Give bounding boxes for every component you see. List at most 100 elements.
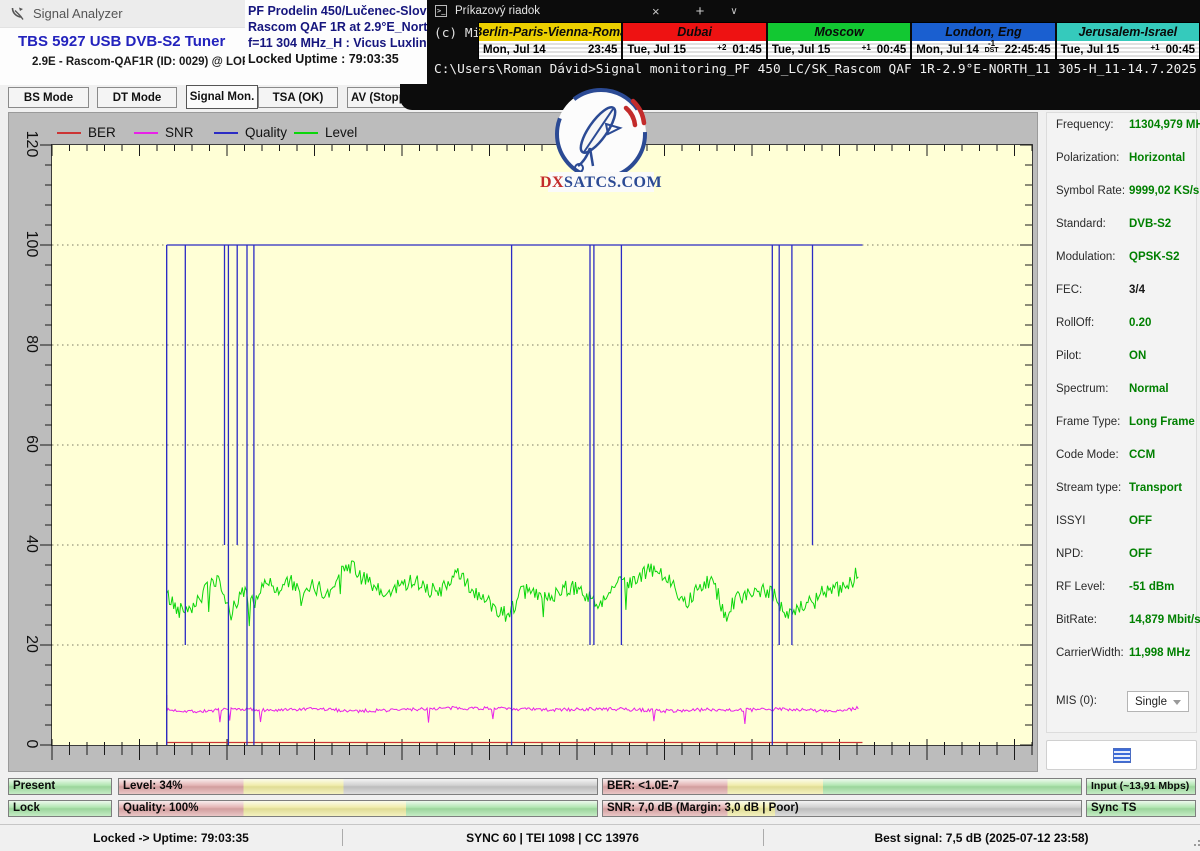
transport-stream-button[interactable] [1046, 740, 1197, 770]
world-clocks-bar: Berlin-Paris-Vienna-RomaMon, Jul 1423:45… [478, 22, 1200, 60]
clock-time-row: Tue, Jul 15+100:45 [1057, 41, 1199, 59]
param-npd: NPD:OFF [1047, 548, 1196, 568]
clock-jerusalem-israel: Jerusalem-IsraelTue, Jul 15+100:45 [1057, 23, 1199, 59]
param-label: BitRate: [1056, 614, 1097, 626]
legend-label: SNR [165, 125, 194, 140]
sync-ts-indicator: Sync TS [1086, 800, 1196, 817]
terminal-tab-bar: >_ Príkazový riadok × + ∨ [427, 0, 1200, 22]
param-value: 0.20 [1129, 317, 1151, 329]
status-best-signal: Best signal: 7,5 dB (2025-07-12 23:58) [763, 825, 1200, 851]
stream-list-icon [1113, 748, 1131, 763]
antenna-note: PF Prodelin 450/Lučenec-Slovakia Rascom … [245, 0, 430, 86]
chart-panel: BERSNRQualityLevel 020406080100120 [8, 112, 1038, 772]
clock-city-label: Jerusalem-Israel [1057, 23, 1199, 41]
sync-ts-label: Sync TS [1087, 801, 1195, 816]
mis-label: MIS (0): [1056, 695, 1097, 707]
mis-selected-value: Single [1135, 696, 1167, 708]
param-spectrum: Spectrum:Normal [1047, 383, 1196, 403]
legend-label: Quality [245, 125, 287, 140]
snr-label: SNR: 7,0 dB (Margin: 3,0 dB | Poor) [603, 801, 1081, 816]
cmd-icon: >_ [435, 5, 447, 17]
param-frequency: Frequency:11304,979 MHz [1047, 119, 1196, 139]
tuner-title: TBS 5927 USB DVB-S2 Tuner [18, 33, 225, 50]
chevron-down-icon [1173, 700, 1181, 705]
param-value: OFF [1129, 548, 1152, 560]
param-label: Standard: [1056, 218, 1106, 230]
mis-select[interactable]: Single [1127, 691, 1189, 712]
tab-bs-mode[interactable]: BS Mode [8, 87, 89, 108]
resize-grip[interactable] [1194, 844, 1196, 846]
app-icon [10, 6, 25, 21]
clock-date: Tue, Jul 15 [1061, 44, 1151, 56]
new-tab-icon[interactable]: + [696, 3, 705, 20]
satellite-dish-logo-icon: DXSATCS.COM [540, 84, 662, 196]
present-indicator: Present [8, 778, 112, 795]
param-fec: FEC:3/4 [1047, 284, 1196, 304]
param-issyi: ISSYIOFF [1047, 515, 1196, 535]
param-rf-level: RF Level: -51 dBm [1047, 581, 1196, 601]
param-value: Long Frame [1129, 416, 1195, 428]
clock-berlin-paris-vienna-roma: Berlin-Paris-Vienna-RomaMon, Jul 1423:45 [479, 23, 623, 59]
param-label: Pilot: [1056, 350, 1082, 362]
param-label: Polarization: [1056, 152, 1119, 164]
param-label: Symbol Rate: [1056, 185, 1125, 197]
clock-time: 01:45 [732, 44, 761, 56]
y-tick-label: 60 [22, 435, 40, 453]
param-label: RF Level: [1056, 581, 1105, 593]
param-rolloff: RollOff:0.20 [1047, 317, 1196, 337]
close-tab-icon[interactable]: × [652, 4, 660, 19]
clock-london-eng: London, EngMon, Jul 14-1DST22:45:45 [912, 23, 1056, 59]
terminal-tab-title[interactable]: Príkazový riadok [455, 5, 540, 17]
legend-quality: Quality [214, 125, 287, 140]
clock-date: Tue, Jul 15 [772, 44, 862, 56]
param-label: Frame Type: [1056, 416, 1120, 428]
clock-utc-offset: -1DST [985, 40, 999, 54]
param-label: ISSYI [1056, 515, 1085, 527]
clock-time: 00:45 [877, 44, 906, 56]
level-label: Level: 34% [119, 779, 597, 794]
note-line-1: PF Prodelin 450/Lučenec-Slovakia [248, 3, 430, 19]
present-label: Present [9, 779, 111, 794]
param-label: Frequency: [1056, 119, 1114, 131]
legend-level: Level [294, 125, 357, 140]
param-label: CarrierWidth: [1056, 647, 1124, 659]
logo-dx: DX [540, 174, 564, 191]
param-value: 11,998 MHz [1129, 647, 1190, 659]
level-meter: Level: 34% [118, 778, 598, 795]
clock-dubai: DubaiTue, Jul 15+201:45 [623, 23, 767, 59]
param-value: ON [1129, 350, 1146, 362]
param-value: 3/4 [1129, 284, 1145, 296]
param-value: Normal [1129, 383, 1169, 395]
param-value: -51 dBm [1129, 581, 1174, 593]
param-value: DVB-S2 [1129, 218, 1171, 230]
note-line-3: f=11 304 MHz_H : Vicus Luxlink [248, 35, 430, 51]
clock-city-label: Berlin-Paris-Vienna-Roma [479, 23, 621, 41]
y-tick-label: 40 [22, 535, 40, 553]
tab-signal-mon[interactable]: Signal Mon. [186, 85, 258, 109]
quality-meter: Quality: 100% [118, 800, 598, 817]
tab-dt-mode[interactable]: DT Mode [97, 87, 177, 108]
clock-time-row: Tue, Jul 15+100:45 [768, 41, 910, 59]
y-tick-label: 80 [22, 335, 40, 353]
clock-time-row: Mon, Jul 14-1DST22:45:45 [912, 41, 1054, 59]
y-tick-label: 0 [22, 740, 40, 749]
clock-moscow: MoscowTue, Jul 15+100:45 [768, 23, 912, 59]
ber-label: BER: <1.0E-7 [603, 779, 1081, 794]
param-symbol-rate: Symbol Rate:9999,02 KS/s [1047, 185, 1196, 205]
tab-dropdown-icon[interactable]: ∨ [730, 6, 737, 17]
y-tick-label: 120 [22, 131, 40, 158]
signal-plot-area [51, 144, 1033, 746]
param-label: Stream type: [1056, 482, 1121, 494]
clock-time: 22:45:45 [1005, 44, 1051, 56]
status-sync-counters: SYNC 60 | TEI 1098 | CC 13976 [342, 825, 763, 851]
param-value: 14,879 Mbit/s [1129, 614, 1200, 626]
param-stream-type: Stream type:Transport [1047, 482, 1196, 502]
dxsatcs-logo: DXSATCS.COM [540, 84, 662, 196]
logo-rest: SATCS.COM [564, 174, 662, 191]
legend-ber: BER [57, 125, 116, 140]
param-modulation: Modulation:QPSK-S2 [1047, 251, 1196, 271]
legend-label: Level [325, 125, 357, 140]
signal-plot [52, 145, 1032, 745]
clock-time-row: Tue, Jul 15+201:45 [623, 41, 765, 59]
tab-tsa-ok[interactable]: TSA (OK) [258, 87, 338, 108]
